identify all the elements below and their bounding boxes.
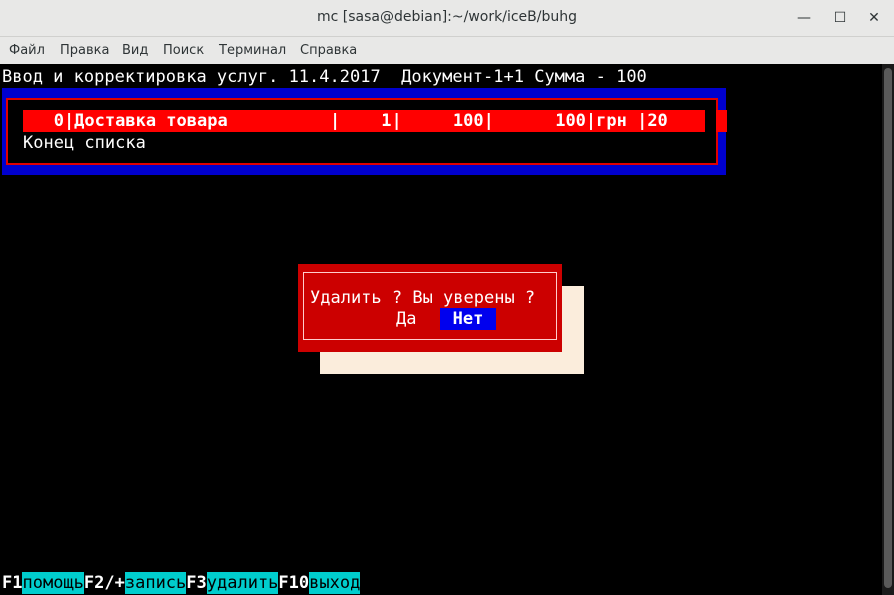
menu-terminal[interactable]: Терминал (219, 43, 286, 58)
fkey-f3-label[interactable]: удалить (206, 572, 279, 594)
fkey-f10-label[interactable]: выход (309, 572, 361, 594)
fkey-f2[interactable]: F2/+ (84, 572, 125, 594)
screen-heading: Ввод и корректировка услуг. 11.4.2017 До… (2, 67, 647, 87)
fkey-f10[interactable]: F10 (278, 572, 309, 594)
fkey-f1[interactable]: F1 (2, 572, 22, 594)
yes-button[interactable]: Да (396, 308, 416, 330)
fkey-f1-label[interactable]: помощь (22, 572, 84, 594)
menu-file[interactable]: Файл (9, 43, 45, 58)
confirm-dialog: Удалить ? Вы уверены ? Да Нет (298, 264, 562, 352)
window-titlebar: mc [sasa@debian]:~/work/iceB/buhg — ☐ ✕ (0, 0, 894, 37)
no-button[interactable]: Нет (440, 308, 496, 330)
window-title: mc [sasa@debian]:~/work/iceB/buhg (317, 9, 577, 25)
list-row-highlight-tail (716, 110, 727, 132)
list-row[interactable]: 0|Доставка товара | 1| 100| 100|грн |20 (23, 110, 668, 132)
fkey-f2-label[interactable]: запись (124, 572, 187, 594)
minimize-icon[interactable]: — (794, 8, 814, 28)
close-icon[interactable]: ✕ (864, 8, 884, 28)
fkey-f3[interactable]: F3 (186, 572, 206, 594)
end-of-list-label: Конец списка (23, 133, 146, 153)
menu-help[interactable]: Справка (300, 43, 357, 58)
menubar: Файл Правка Вид Поиск Терминал Справка (0, 37, 894, 64)
terminal-scrollbar[interactable] (882, 64, 894, 595)
scrollbar-thumb[interactable] (884, 68, 892, 588)
dialog-question: Удалить ? Вы уверены ? (310, 288, 536, 308)
function-key-bar: F1помощьF2/+записьF3удалитьF10выход (2, 572, 361, 594)
menu-search[interactable]: Поиск (163, 43, 204, 58)
menu-edit[interactable]: Правка (60, 43, 109, 58)
maximize-icon[interactable]: ☐ (830, 8, 850, 28)
menu-view[interactable]: Вид (122, 43, 148, 58)
